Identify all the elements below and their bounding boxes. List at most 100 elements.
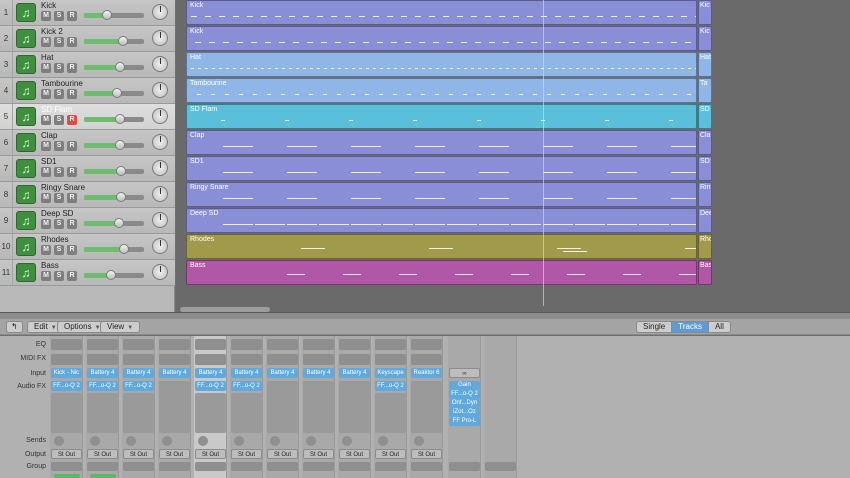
record-enable-button[interactable]: R: [67, 89, 77, 99]
audio-fx-slot[interactable]: FF...o-Q 2: [449, 390, 480, 399]
volume-fader[interactable]: [84, 114, 144, 124]
midi-fx-slot[interactable]: [159, 354, 190, 365]
mute-button[interactable]: M: [41, 219, 51, 229]
channel-strip[interactable]: Battery 4 St Out: [158, 336, 191, 478]
record-enable-button[interactable]: R: [67, 219, 77, 229]
eq-slot[interactable]: [339, 339, 370, 350]
midi-region[interactable]: Kick: [186, 0, 697, 25]
solo-button[interactable]: S: [54, 37, 64, 47]
input-slot[interactable]: Battery 4: [267, 368, 298, 378]
audio-fx-empty-area[interactable]: [159, 381, 190, 433]
audio-fx-slot[interactable]: iZot...Oz: [449, 408, 480, 417]
audio-fx-empty-area[interactable]: [411, 381, 442, 433]
midi-fx-slot[interactable]: [375, 354, 406, 365]
midi-fx-slot[interactable]: [87, 354, 118, 365]
volume-fader[interactable]: [84, 10, 144, 20]
track-header[interactable]: 4 ♫ Tambourine M S R: [0, 78, 175, 104]
sends-knob[interactable]: [198, 436, 208, 446]
midi-region[interactable]: Bass: [186, 260, 697, 285]
volume-fader-handle[interactable]: [115, 114, 125, 124]
channel-strip[interactable]: Battery 4 St Out: [266, 336, 299, 478]
pan-knob[interactable]: [152, 160, 168, 176]
track-header[interactable]: 6 ♫ Clap M S R: [0, 130, 175, 156]
channel-strip[interactable]: Battery 4 FF...o-Q 2 St Out: [194, 336, 227, 478]
track-header[interactable]: 7 ♫ SD1 M S R: [0, 156, 175, 182]
group-slot[interactable]: [159, 462, 190, 471]
eq-slot[interactable]: [267, 339, 298, 350]
midi-region[interactable]: Kick: [186, 26, 697, 51]
tracks-view-button[interactable]: Tracks: [672, 322, 709, 332]
mute-button[interactable]: M: [41, 11, 51, 21]
track-name[interactable]: Kick: [41, 1, 56, 10]
track-header[interactable]: 8 ♫ Ringy Snare M S R: [0, 182, 175, 208]
input-slot[interactable]: Battery 4: [87, 368, 118, 378]
solo-button[interactable]: S: [54, 141, 64, 151]
record-enable-button[interactable]: R: [67, 63, 77, 73]
midi-region[interactable]: Tambourine: [186, 78, 697, 103]
track-header[interactable]: 2 ♫ Kick 2MSR: [0, 26, 175, 52]
output-slot[interactable]: St Out: [195, 449, 226, 459]
solo-button[interactable]: S: [54, 193, 64, 203]
playhead[interactable]: [543, 0, 544, 306]
volume-fader[interactable]: [84, 36, 144, 46]
track-name[interactable]: Tambourine: [41, 79, 83, 88]
input-slot[interactable]: Kick - Nic: [51, 368, 82, 378]
record-enable-button[interactable]: R: [67, 37, 77, 47]
eq-slot[interactable]: [123, 339, 154, 350]
solo-button[interactable]: S: [54, 115, 64, 125]
volume-fader[interactable]: [84, 218, 144, 228]
mute-button[interactable]: M: [41, 115, 51, 125]
group-slot[interactable]: [303, 462, 334, 471]
input-slot[interactable]: Battery 4: [123, 368, 154, 378]
view-menu[interactable]: View ▼: [100, 321, 141, 333]
eq-slot[interactable]: [195, 339, 226, 350]
midi-fx-slot[interactable]: [195, 354, 226, 365]
volume-fader-handle[interactable]: [112, 88, 122, 98]
eq-slot[interactable]: [231, 339, 262, 350]
track-name[interactable]: Deep SD: [41, 209, 73, 218]
midi-region-continuation[interactable]: Cla: [698, 130, 712, 155]
pan-knob[interactable]: [152, 134, 168, 150]
eq-slot[interactable]: [375, 339, 406, 350]
channel-strip[interactable]: Battery 4 FF...o-Q 2 St Out: [122, 336, 155, 478]
input-slot[interactable]: Battery 4: [195, 368, 226, 378]
sends-knob[interactable]: [54, 436, 64, 446]
record-enable-button[interactable]: R: [67, 193, 77, 203]
audio-fx-slot[interactable]: FF...o-Q 2: [51, 381, 82, 391]
volume-fader[interactable]: [84, 62, 144, 72]
track-name[interactable]: Kick 2: [41, 27, 63, 36]
midi-fx-slot[interactable]: [303, 354, 334, 365]
output-slot[interactable]: St Out: [159, 449, 190, 459]
sends-knob[interactable]: [342, 436, 352, 446]
channel-strip[interactable]: Keyscape FF...o-Q 2 St Out: [374, 336, 407, 478]
pan-knob[interactable]: [152, 56, 168, 72]
audio-fx-slot[interactable]: FF...o-Q 2: [231, 381, 262, 391]
sends-knob[interactable]: [306, 436, 316, 446]
record-enable-button[interactable]: R: [67, 11, 77, 21]
midi-region-continuation[interactable]: Kic: [698, 26, 712, 51]
sends-knob[interactable]: [270, 436, 280, 446]
eq-slot[interactable]: [303, 339, 334, 350]
volume-fader-handle[interactable]: [106, 270, 116, 280]
audio-fx-empty-area[interactable]: [339, 381, 370, 433]
solo-button[interactable]: S: [54, 245, 64, 255]
midi-fx-slot[interactable]: [51, 354, 82, 365]
audio-fx-empty-area[interactable]: [375, 393, 406, 433]
mute-button[interactable]: M: [41, 37, 51, 47]
mute-button[interactable]: M: [41, 193, 51, 203]
solo-button[interactable]: S: [54, 63, 64, 73]
track-name[interactable]: SD1: [41, 157, 57, 166]
solo-button[interactable]: S: [54, 219, 64, 229]
input-slot[interactable]: Battery 4: [231, 368, 262, 378]
midi-fx-slot[interactable]: [339, 354, 370, 365]
sends-knob[interactable]: [90, 436, 100, 446]
track-header[interactable]: 1 ♫ Kick M S R: [0, 0, 175, 26]
volume-fader[interactable]: [84, 270, 144, 280]
track-name[interactable]: Bass: [41, 261, 59, 270]
group-slot[interactable]: [375, 462, 406, 471]
audio-fx-slot[interactable]: FF...o-Q 2: [87, 381, 118, 391]
group-slot[interactable]: [51, 462, 82, 471]
channel-strip[interactable]: Kick - Nic FF...o-Q 2 St Out: [50, 336, 83, 478]
midi-region[interactable]: Ringy Snare: [186, 182, 697, 207]
mute-button[interactable]: M: [41, 89, 51, 99]
